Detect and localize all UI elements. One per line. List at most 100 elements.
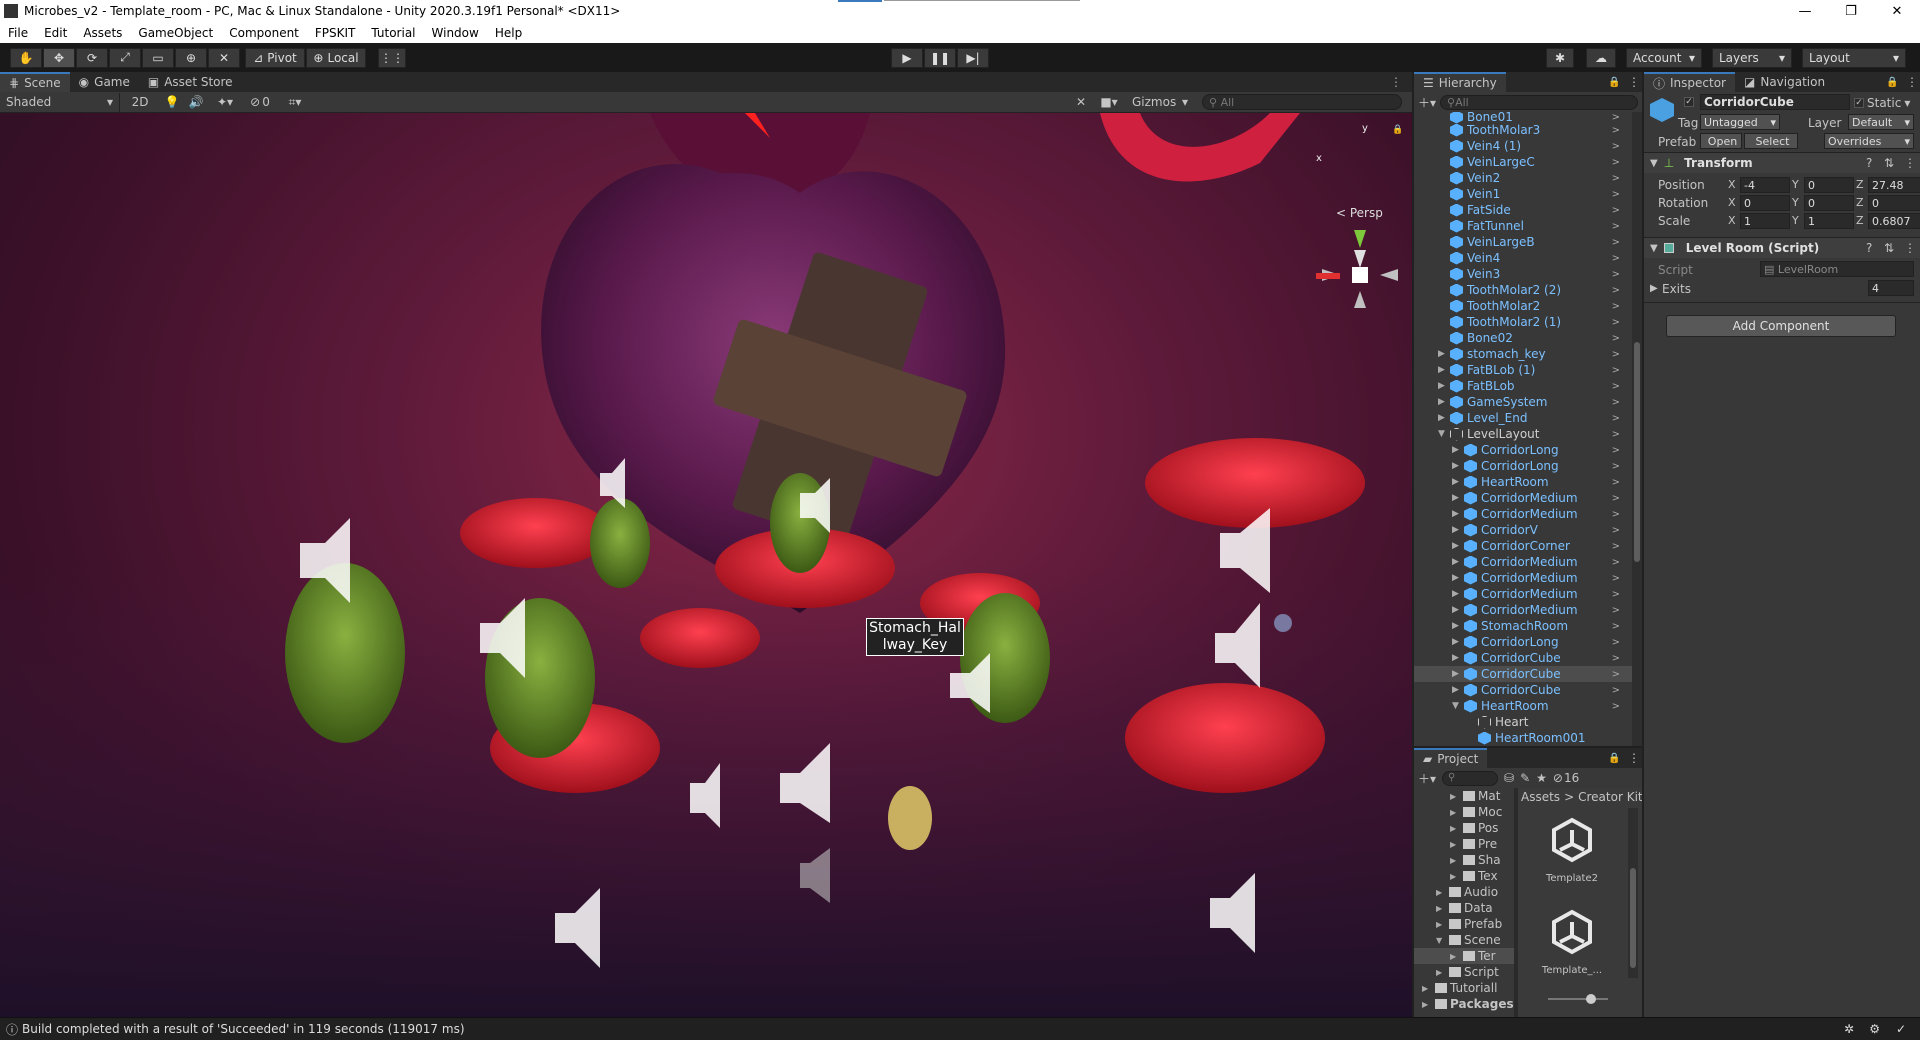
effects-icon[interactable]: ✦▾ [208, 95, 242, 109]
chevron-right-icon[interactable]: > [1612, 397, 1620, 408]
preset-icon[interactable]: ⇅ [1884, 241, 1894, 255]
chevron-right-icon[interactable]: > [1612, 669, 1620, 680]
menu-component[interactable]: Component [221, 26, 307, 40]
hierarchy-item[interactable]: FatSide > [1414, 202, 1632, 218]
transform-scale-y-field[interactable]: 1 [1804, 213, 1854, 229]
lock-icon[interactable]: 🔒 [1886, 77, 1898, 88]
static-checkbox[interactable]: ✓ [1854, 98, 1864, 108]
menu-gameobject[interactable]: GameObject [130, 26, 221, 40]
chevron-right-icon[interactable]: > [1612, 125, 1620, 136]
chevron-right-icon[interactable]: > [1612, 685, 1620, 696]
menu-file[interactable]: File [0, 26, 36, 40]
tab-project[interactable]: ▰ Project [1414, 748, 1488, 768]
chevron-right-icon[interactable]: ▶ [1452, 493, 1464, 503]
chevron-right-icon[interactable]: > [1612, 253, 1620, 264]
transform-header[interactable]: ▼ ⊥ Transform ? ⇅ ⋮ [1644, 153, 1920, 173]
chevron-right-icon[interactable]: ▶ [1452, 621, 1464, 631]
kebab-menu-icon[interactable]: ⋮ [1906, 75, 1918, 89]
chevron-right-icon[interactable]: > [1612, 605, 1620, 616]
hierarchy-item[interactable]: ▶ stomach_key > [1414, 346, 1632, 362]
chevron-right-icon[interactable]: > [1612, 205, 1620, 216]
hierarchy-item[interactable]: ▶ CorridorMedium > [1414, 506, 1632, 522]
menu-help[interactable]: Help [487, 26, 530, 40]
chevron-right-icon[interactable]: > [1612, 317, 1620, 328]
project-folder[interactable]: ▶ Packages [1414, 996, 1514, 1012]
hierarchy-item[interactable]: ▶ FatBLob (1) > [1414, 362, 1632, 378]
chevron-right-icon[interactable]: > [1612, 525, 1620, 536]
menu-assets[interactable]: Assets [75, 26, 130, 40]
chevron-right-icon[interactable]: ▶ [1452, 541, 1464, 551]
tab-hierarchy[interactable]: ☰ Hierarchy [1414, 72, 1506, 92]
hand-tool-icon[interactable]: ✋ [10, 47, 42, 68]
project-folder[interactable]: ▶ Pos [1414, 820, 1514, 836]
chevron-right-icon[interactable]: ▶ [1452, 445, 1464, 455]
kebab-menu-icon[interactable]: ⋮ [1628, 751, 1640, 765]
add-icon[interactable]: ＋▾ [1418, 94, 1436, 111]
lighting-icon[interactable]: 💡 [160, 95, 184, 109]
chevron-right-icon[interactable]: > [1612, 493, 1620, 504]
tab-scene[interactable]: ⋕ Scene [0, 72, 70, 92]
expand-icon[interactable]: ▶ [1650, 283, 1658, 294]
axis-y-label[interactable]: Y [1792, 214, 1799, 227]
chevron-down-icon[interactable]: ▼ [1436, 936, 1446, 945]
hierarchy-item[interactable]: ▶ FatBLob > [1414, 378, 1632, 394]
hierarchy-item[interactable]: ▶ CorridorLong > [1414, 634, 1632, 650]
menu-edit[interactable]: Edit [36, 26, 75, 40]
add-icon[interactable]: ＋▾ [1418, 770, 1436, 787]
kebab-menu-icon[interactable]: ⋮ [1628, 75, 1640, 89]
chevron-right-icon[interactable]: ▶ [1438, 365, 1450, 375]
hierarchy-item[interactable]: ▶ CorridorCube > [1414, 650, 1632, 666]
hierarchy-item[interactable]: ▶ CorridorMedium > [1414, 490, 1632, 506]
chevron-right-icon[interactable]: > [1612, 557, 1620, 568]
object-name-field[interactable]: CorridorCube [1700, 94, 1850, 110]
chevron-right-icon[interactable]: > [1612, 221, 1620, 232]
move-tool-icon[interactable]: ✥ [43, 47, 75, 68]
hierarchy-item[interactable]: ▶ Level_End > [1414, 410, 1632, 426]
menu-window[interactable]: Window [424, 26, 487, 40]
chevron-right-icon[interactable]: ▶ [1452, 573, 1464, 583]
layer-dropdown[interactable]: Default ▾ [1848, 114, 1914, 130]
kebab-menu-icon[interactable]: ⋮ [1904, 241, 1916, 255]
filter-type-icon[interactable]: ⛁ [1504, 771, 1514, 785]
chevron-right-icon[interactable]: ▶ [1450, 824, 1460, 833]
breadcrumb-assets[interactable]: Assets [1521, 790, 1560, 804]
prefab-overrides-dropdown[interactable]: Overrides ▾ [1824, 133, 1914, 149]
axis-z-label[interactable]: Z [1856, 178, 1864, 191]
pivot-button[interactable]: ⊿ Pivot [245, 47, 305, 68]
chevron-right-icon[interactable]: > [1612, 333, 1620, 344]
chevron-right-icon[interactable]: ▶ [1452, 669, 1464, 679]
hierarchy-item[interactable]: Vein4 (1) > [1414, 138, 1632, 154]
favorite-icon[interactable]: ★ [1536, 771, 1547, 785]
chevron-right-icon[interactable]: ▶ [1450, 872, 1460, 881]
project-folder[interactable]: ▶ Sha [1414, 852, 1514, 868]
chevron-right-icon[interactable]: ▶ [1450, 856, 1460, 865]
step-icon[interactable]: ▶| [957, 47, 989, 68]
maximize-icon[interactable]: ❐ [1828, 0, 1874, 22]
tab-navigation[interactable]: ◪ Navigation [1735, 72, 1834, 92]
chevron-right-icon[interactable]: > [1612, 381, 1620, 392]
hierarchy-search-input[interactable]: ⚲ All [1440, 94, 1638, 110]
chevron-right-icon[interactable]: ▶ [1450, 792, 1460, 801]
hierarchy-item[interactable]: VeinLargeB > [1414, 234, 1632, 250]
asset-item[interactable]: Template2 [1524, 816, 1620, 884]
scrollbar-thumb[interactable] [1634, 342, 1640, 562]
chevron-right-icon[interactable]: > [1612, 269, 1620, 280]
layout-dropdown[interactable]: Layout ▾ [1802, 47, 1906, 68]
enabled-checkbox[interactable] [1663, 243, 1674, 253]
chevron-right-icon[interactable]: > [1612, 173, 1620, 184]
project-folder[interactable]: ▶ Tex [1414, 868, 1514, 884]
chevron-right-icon[interactable]: > [1612, 141, 1620, 152]
axis-x-label[interactable]: X [1728, 196, 1736, 209]
chevron-right-icon[interactable]: > [1612, 509, 1620, 520]
chevron-right-icon[interactable]: ▶ [1450, 808, 1460, 817]
transform-position-y-field[interactable]: 0 [1804, 177, 1854, 193]
project-folder[interactable]: ▶ Mat [1414, 788, 1514, 804]
project-folder[interactable]: ▶ Tutoriall [1414, 980, 1514, 996]
project-folder[interactable]: ▶ Prefab [1414, 916, 1514, 932]
local-button[interactable]: ⊕ Local [306, 47, 366, 68]
project-folder[interactable]: ▼ Scene [1414, 932, 1514, 948]
chevron-right-icon[interactable]: ▶ [1452, 653, 1464, 663]
hierarchy-item[interactable]: Bone02 > [1414, 330, 1632, 346]
axis-x-label[interactable]: X [1728, 178, 1736, 191]
audio-icon[interactable]: 🔊 [184, 95, 208, 109]
